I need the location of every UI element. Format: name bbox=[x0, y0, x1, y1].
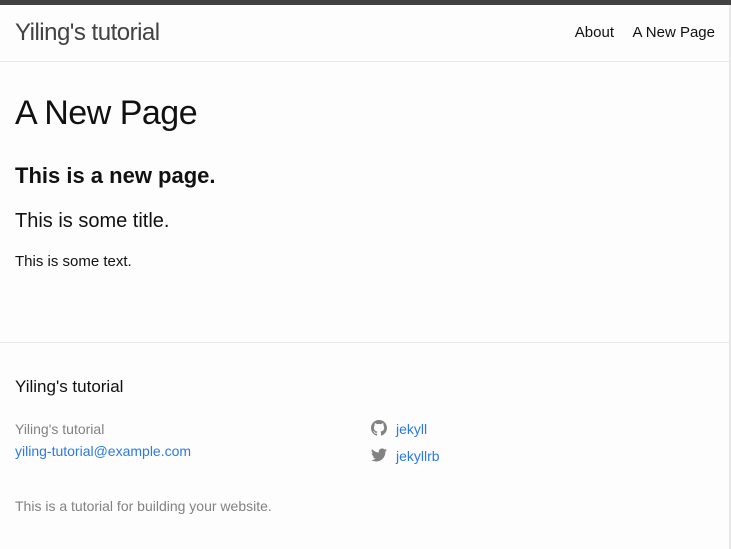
page-title: A New Page bbox=[15, 94, 198, 132]
site-header: Yiling's tutorial About A New Page bbox=[0, 0, 731, 62]
footer-heading: Yiling's tutorial bbox=[15, 377, 124, 396]
page-content: A New Page This is a new page. This is s… bbox=[0, 94, 731, 270]
content-heading: This is a new page. bbox=[15, 163, 216, 188]
nav-link-new-page[interactable]: A New Page bbox=[632, 24, 715, 41]
footer-social: jekyll jekyllrb bbox=[371, 416, 440, 470]
content-text: This is some text. bbox=[15, 253, 132, 270]
github-username: jekyll bbox=[396, 421, 428, 437]
footer-description: This is a tutorial for building your web… bbox=[15, 498, 272, 514]
site-title-link[interactable]: Yiling's tutorial bbox=[15, 19, 160, 47]
nav-link-about[interactable]: About bbox=[575, 24, 614, 41]
github-icon bbox=[371, 420, 387, 436]
footer-name: Yiling's tutorial bbox=[15, 421, 105, 437]
twitter-username: jekyllrb bbox=[396, 448, 440, 464]
footer-contact: Yiling's tutorial yiling-tutorial@exampl… bbox=[15, 418, 191, 462]
footer-email-link[interactable]: yiling-tutorial@example.com bbox=[15, 440, 191, 462]
site-nav: About A New Page bbox=[561, 24, 715, 42]
twitter-icon bbox=[371, 448, 387, 462]
twitter-link[interactable]: jekyllrb bbox=[371, 443, 440, 470]
content-subtitle: This is some title. bbox=[15, 210, 170, 232]
github-link[interactable]: jekyll bbox=[371, 416, 440, 443]
site-footer: Yiling's tutorial Yiling's tutorial yili… bbox=[0, 342, 729, 514]
